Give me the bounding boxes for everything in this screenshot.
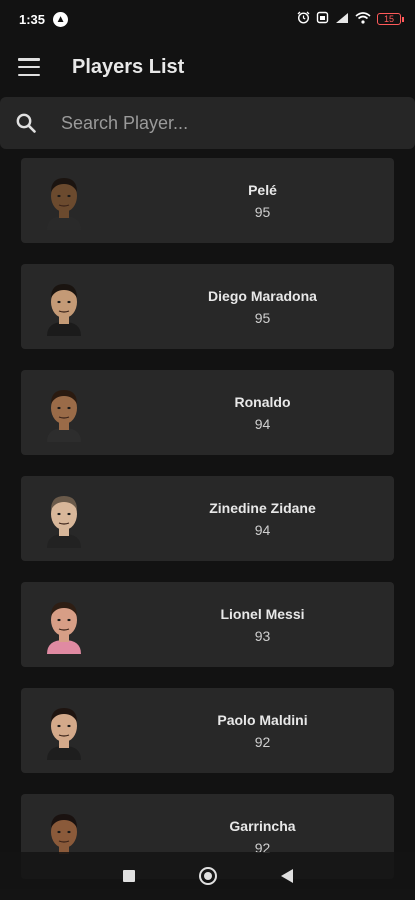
home-button[interactable] — [198, 867, 217, 885]
player-avatar — [47, 390, 81, 442]
player-info: Ronaldo 94 — [131, 370, 394, 455]
player-name: Garrincha — [229, 817, 296, 834]
sim-icon — [316, 11, 329, 27]
player-rating: 95 — [254, 309, 271, 326]
system-nav-bar — [0, 852, 415, 900]
player-avatar — [47, 178, 81, 230]
notification-app-icon: ▲ — [53, 11, 69, 27]
status-right: 15 — [297, 11, 404, 27]
player-name: Diego Maradona — [208, 287, 317, 304]
player-rating: 94 — [254, 521, 271, 538]
status-time: 1:35 — [19, 11, 46, 27]
player-info: Zinedine Zidane 94 — [131, 476, 394, 561]
recents-button[interactable] — [122, 870, 135, 882]
status-bar: 1:35 ▲ 15 — [0, 0, 415, 38]
player-info: Paolo Maldini 92 — [131, 688, 394, 773]
back-button[interactable] — [280, 869, 293, 883]
search-input[interactable] — [59, 111, 383, 135]
player-rating: 92 — [254, 733, 271, 750]
player-avatar — [47, 284, 81, 336]
alarm-icon — [297, 11, 310, 27]
app-screen: 1:35 ▲ 15 Players List Search Player... … — [0, 0, 415, 900]
player-name: Pelé — [248, 181, 277, 198]
hamburger-menu-icon[interactable] — [18, 58, 40, 76]
player-card[interactable]: Diego Maradona 95 — [21, 264, 394, 349]
player-card[interactable]: Ronaldo 94 — [21, 370, 394, 455]
players-list: Pelé 95 Diego Maradona 95 Ronaldo 94 Zinedine … — [21, 158, 394, 900]
player-avatar — [47, 602, 81, 654]
player-name: Paolo Maldini — [217, 711, 308, 728]
battery-icon: 15 — [377, 13, 404, 25]
status-left: 1:35 ▲ — [19, 11, 69, 27]
wifi-icon — [355, 11, 371, 27]
search-bar[interactable] — [0, 97, 415, 149]
player-rating: 95 — [254, 203, 271, 220]
player-info: Lionel Messi 93 — [131, 582, 394, 667]
player-card[interactable]: Paolo Maldini 92 — [21, 688, 394, 773]
app-bar: Players List — [0, 38, 415, 96]
player-info: Diego Maradona 95 — [131, 264, 394, 349]
player-card[interactable]: Lionel Messi 93 — [21, 582, 394, 667]
player-card[interactable]: Zinedine Zidane 94 — [21, 476, 394, 561]
page-title: Players List — [72, 55, 185, 78]
player-name: Ronaldo — [234, 393, 291, 410]
player-rating: 94 — [254, 415, 271, 432]
signal-icon — [335, 12, 349, 27]
player-card[interactable]: Pelé 95 — [21, 158, 394, 243]
player-avatar — [47, 708, 81, 760]
player-name: Zinedine Zidane — [209, 499, 316, 516]
player-name: Lionel Messi — [220, 605, 305, 622]
player-rating: 93 — [254, 627, 271, 644]
search-icon — [16, 113, 36, 133]
player-info: Pelé 95 — [131, 158, 394, 243]
player-avatar — [47, 496, 81, 548]
